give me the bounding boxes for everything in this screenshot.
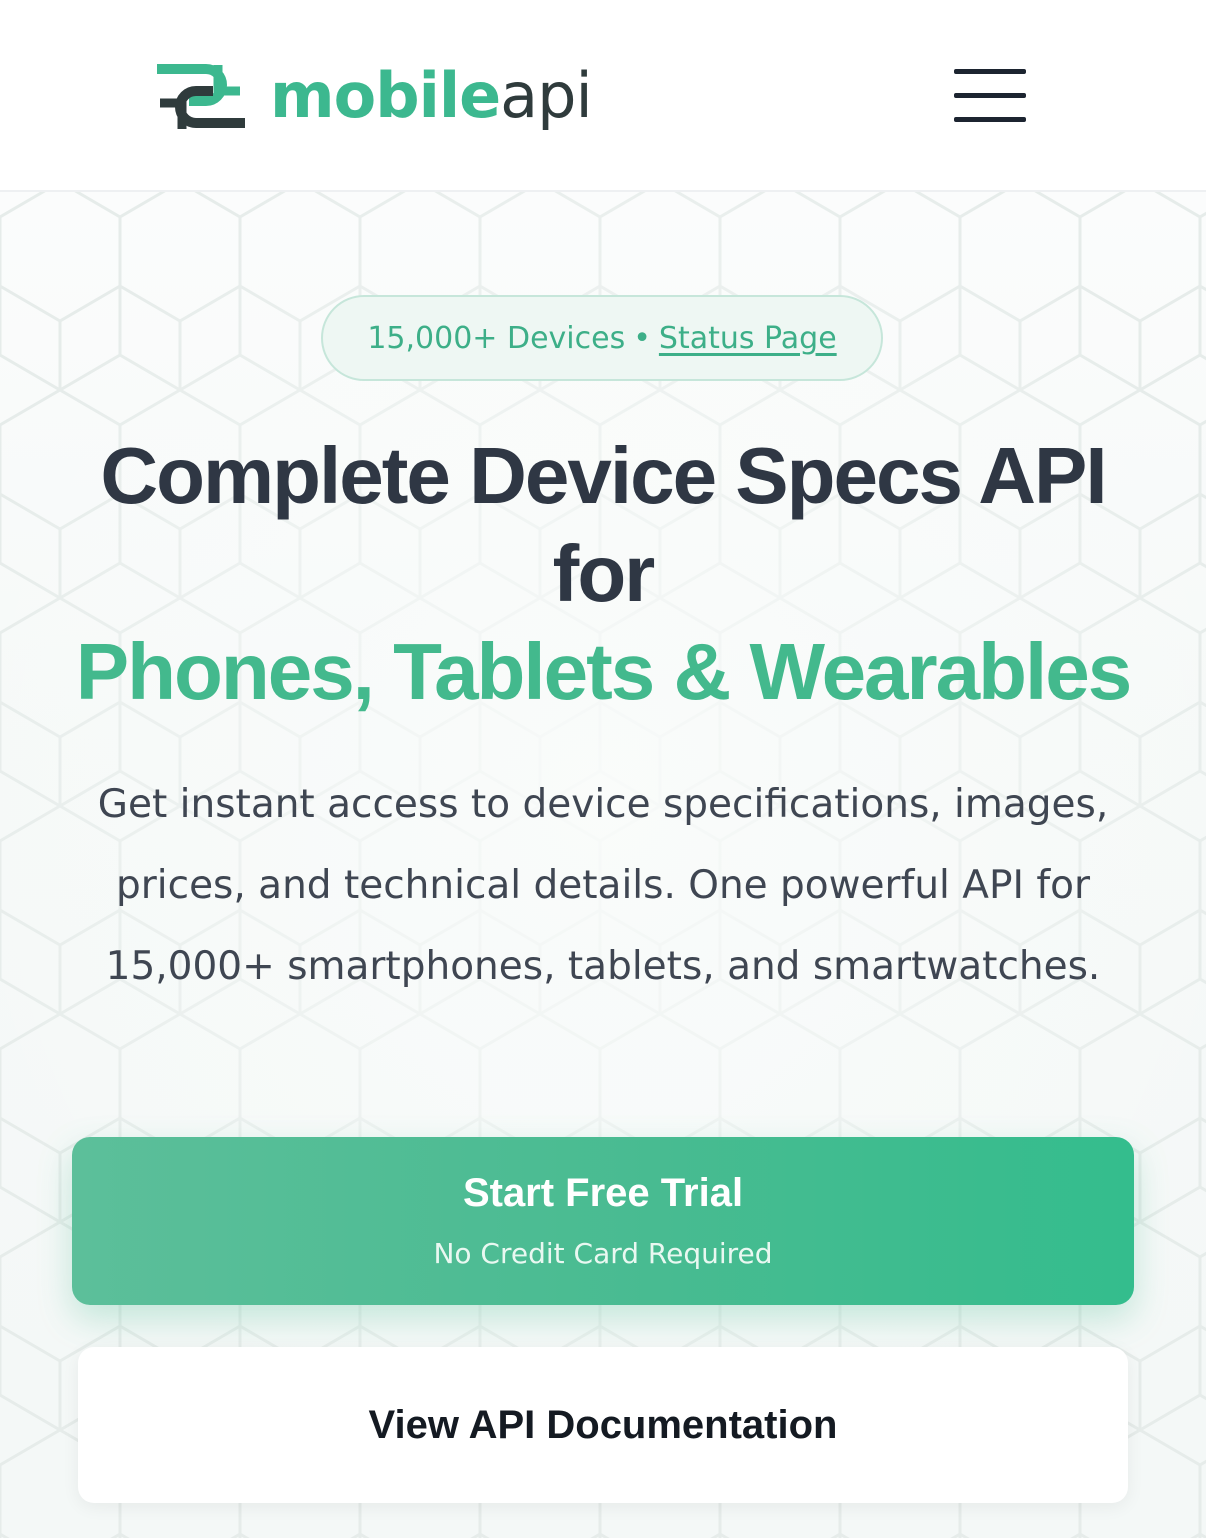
badge-separator: • (633, 320, 651, 356)
menu-bar (954, 93, 1026, 98)
site-header: mobileapi (0, 0, 1206, 192)
devices-count-label: 15,000+ Devices (367, 320, 626, 356)
menu-bar (954, 69, 1026, 74)
brand-name-light: api (500, 59, 593, 132)
hero-title-line1: Complete Device Specs API (100, 431, 1107, 520)
brand-name-strong: mobile (270, 59, 501, 132)
hero-section: 15,000+ Devices • Status Page Complete D… (0, 192, 1206, 1538)
hero-subtitle: Get instant access to device specificati… (97, 782, 1109, 989)
start-free-trial-label: Start Free Trial (462, 1171, 744, 1215)
view-api-documentation-button[interactable]: View API Documentation (78, 1347, 1128, 1503)
hamburger-menu-icon[interactable] (950, 64, 1030, 130)
hero-title-line2: for (552, 529, 656, 618)
devices-status-badge: 15,000+ Devices • Status Page (321, 295, 883, 381)
hero-title: Complete Device Specs API for Phones, Ta… (0, 427, 1206, 721)
status-page-link[interactable]: Status Page (659, 321, 837, 356)
view-api-documentation-label: View API Documentation (368, 1402, 838, 1447)
brand-logo[interactable]: mobileapi (156, 58, 593, 134)
brand-wordmark: mobileapi (270, 58, 593, 134)
start-free-trial-button[interactable]: Start Free Trial No Credit Card Required (72, 1137, 1134, 1305)
hero-title-accent: Phones, Tablets & Wearables (75, 627, 1133, 716)
sync-arrows-logo-icon (157, 64, 245, 129)
no-credit-card-note: No Credit Card Required (433, 1237, 773, 1270)
menu-bar (954, 117, 1026, 122)
